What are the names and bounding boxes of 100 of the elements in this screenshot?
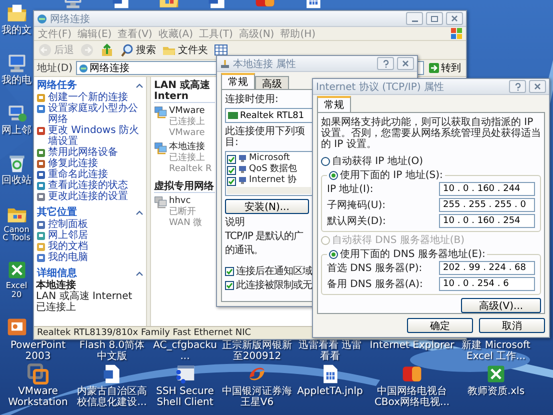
- ip-address-field[interactable]: 255 . 255 . 255 . 0: [439, 198, 535, 212]
- detail-text: LAN 或高速 Internet: [36, 291, 134, 302]
- folders-button[interactable]: 文件夹: [162, 43, 208, 57]
- connection-status: 已连接上: [169, 153, 206, 164]
- task-link[interactable]: 重命名此连接: [36, 169, 145, 180]
- cancel-button[interactable]: 取消: [479, 318, 545, 333]
- checkbox[interactable]: [225, 267, 234, 276]
- chevron-up-icon[interactable]: [136, 270, 143, 276]
- checkbox[interactable]: [225, 281, 234, 290]
- checkbox[interactable]: [227, 176, 236, 186]
- radio-label: 自动获得 IP 地址(O): [332, 156, 424, 167]
- network-component-icon: [238, 176, 247, 185]
- windows-logo-icon: [451, 28, 462, 39]
- icon-label[interactable]: VMware Workstation: [2, 386, 74, 408]
- description-text: TCP/IP 是默认的广: [225, 231, 304, 242]
- connection-device: Realtek R: [169, 164, 212, 175]
- horizontal-scrollbar[interactable]: [227, 187, 311, 194]
- task-link[interactable]: 修复此连接: [36, 158, 145, 169]
- radio-label: 使用下面的 IP 地址(S):: [340, 170, 443, 181]
- up-arrow-icon: [100, 43, 114, 57]
- icon-label[interactable]: 内蒙古自治区高校信息化建设...: [74, 386, 150, 408]
- icon-label[interactable]: AC_cfgbacku...: [150, 340, 220, 362]
- field-label: 备用 DNS 服务器(A):: [327, 278, 423, 290]
- checkbox[interactable]: [227, 154, 236, 164]
- icon-label[interactable]: SSH Secure Shell Client: [150, 386, 220, 408]
- icon-label[interactable]: 迅雷看看 迅雷看看: [294, 340, 366, 362]
- chevron-up-icon[interactable]: [136, 82, 143, 88]
- icon-label[interactable]: 中国银河证券海王星V6: [220, 386, 294, 408]
- task-link[interactable]: 控制面板: [36, 219, 145, 230]
- checkbox-label: 此连接被限制或无: [236, 280, 312, 291]
- terminal-window-icon[interactable]: [174, 363, 196, 385]
- search-icon: [120, 43, 134, 57]
- task-link[interactable]: 禁用此网络设备: [36, 147, 145, 158]
- field-label: 子网掩码(U):: [327, 200, 386, 210]
- ip-address-field[interactable]: 202 . 99 . 224 . 68: [439, 261, 535, 275]
- chevron-up-icon[interactable]: [136, 210, 143, 214]
- icon-label[interactable]: 正宗新版网银新至200912: [220, 340, 294, 362]
- folder-document-icon[interactable]: [6, 2, 28, 24]
- tab[interactable]: 高级: [255, 76, 289, 89]
- network-globe-icon: [37, 14, 47, 24]
- tab[interactable]: 常规: [317, 96, 351, 112]
- task-link[interactable]: 网上邻居: [36, 230, 145, 241]
- advanced-button[interactable]: 高级(V)...: [461, 298, 541, 313]
- up-button[interactable]: [100, 43, 114, 57]
- close-icon: [402, 60, 409, 67]
- radio-button[interactable]: [329, 171, 338, 180]
- question-mark-icon: [382, 60, 388, 68]
- radio-button[interactable]: [329, 250, 338, 259]
- checkbox-label: 连接后在通知区域: [236, 266, 312, 277]
- close-button[interactable]: [397, 57, 414, 70]
- go-button[interactable]: 转到: [427, 61, 463, 75]
- group-heading: 虚拟专用网络: [154, 181, 215, 193]
- minimize-button[interactable]: [406, 12, 423, 25]
- scrollbar[interactable]: [146, 77, 151, 326]
- group-heading: LAN 或高速 Intern: [154, 80, 215, 103]
- address-label: 地址(D): [37, 62, 73, 75]
- icon-label[interactable]: 中国网络电视台CBox网络电视...: [366, 386, 458, 408]
- radio-button[interactable]: [321, 157, 330, 166]
- icon-label[interactable]: 我的电: [0, 75, 33, 86]
- icon-label[interactable]: 新建 Microsoft Excel 工作...: [458, 340, 534, 362]
- icon-label[interactable]: Excel 20: [0, 282, 33, 300]
- ip-address-field[interactable]: 10 . 0 . 160 . 244: [439, 182, 535, 196]
- close-icon: [534, 83, 541, 90]
- task-link[interactable]: 我的电脑: [36, 252, 145, 263]
- ip-address-field[interactable]: 10 . 0 . 160 . 254: [439, 214, 535, 228]
- tab[interactable]: 常规: [221, 73, 255, 89]
- adapter-field: Realtek RTL81: [225, 108, 313, 123]
- ok-button[interactable]: 确定: [407, 318, 473, 333]
- icon-label[interactable]: AppletTA.jnlp: [295, 386, 365, 397]
- icon-label[interactable]: 我的文: [0, 25, 33, 36]
- maximize-button[interactable]: [426, 12, 443, 25]
- icon-label[interactable]: PowerPoint 2003: [2, 340, 74, 362]
- close-button[interactable]: [529, 80, 546, 93]
- field-label: 首选 DNS 服务器(P):: [327, 262, 422, 274]
- task-link[interactable]: 更改此连接的设置: [36, 191, 145, 202]
- overlapping-squares-icon[interactable]: [27, 363, 49, 385]
- task-link[interactable]: 更改 Windows 防火墙设置: [36, 125, 145, 147]
- connection-status: 已断开: [169, 207, 197, 218]
- field-label: 默认网关(D):: [327, 216, 386, 226]
- task-link[interactable]: 设置家庭或小型办公网络: [36, 103, 145, 125]
- icon-label[interactable]: Canon C Tools: [0, 226, 33, 244]
- close-icon: [451, 15, 458, 22]
- network-card-icon: [228, 112, 238, 119]
- close-button[interactable]: [446, 12, 463, 25]
- icon-label[interactable]: 回收站: [0, 175, 33, 186]
- help-button[interactable]: [377, 57, 394, 70]
- help-button[interactable]: [509, 80, 526, 93]
- icon-label[interactable]: 网上邻: [0, 125, 33, 136]
- views-button[interactable]: [214, 43, 228, 57]
- ip-address-field[interactable]: 10 . 0 . 254 . 6: [439, 277, 535, 291]
- icon-label[interactable]: Flash 8.0简体中文版: [74, 340, 150, 362]
- install-button[interactable]: 安装(N)...: [225, 199, 309, 214]
- intro-text: 如果网络支持此功能，则可以获取自动指派的 IP 设置。否则，您需要从网络系统管理员处获得适当的 IP 设置。: [321, 117, 541, 150]
- checkbox[interactable]: [227, 166, 236, 174]
- task-link[interactable]: 我的文档: [36, 241, 145, 252]
- search-button[interactable]: 搜索: [120, 43, 156, 57]
- task-link[interactable]: 查看此连接的状态: [36, 180, 145, 191]
- task-link[interactable]: 创建一个新的连接: [36, 92, 145, 103]
- icon-label[interactable]: 教师资质.xls: [465, 386, 527, 397]
- network-component-icon: [238, 154, 247, 163]
